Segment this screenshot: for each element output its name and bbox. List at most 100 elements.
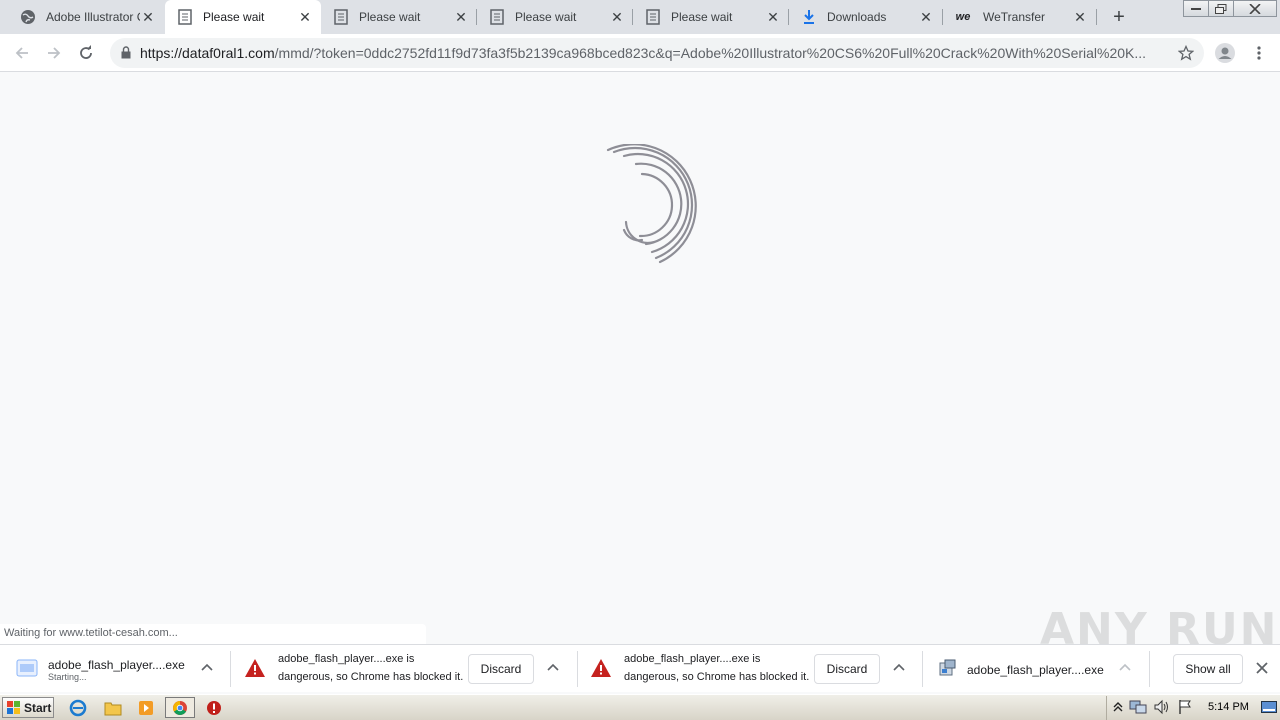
- tab-title: Adobe Illustrator C: [46, 10, 140, 24]
- download-warning-line2: dangerous, so Chrome has blocked it.: [278, 671, 464, 683]
- tab-strip: Adobe Illustrator C ✕ Please wait ✕ Plea…: [0, 0, 1280, 34]
- chevron-up-icon[interactable]: [199, 660, 215, 676]
- page-icon: [177, 9, 193, 25]
- download-warning-line2: dangerous, so Chrome has blocked it.: [624, 671, 810, 683]
- close-icon[interactable]: ✕: [140, 9, 156, 25]
- globe-icon: [20, 9, 36, 25]
- minimize-button[interactable]: [1183, 0, 1209, 17]
- internet-explorer-icon: [69, 699, 87, 716]
- tab-title: Downloads: [827, 10, 887, 24]
- page-icon: [333, 9, 349, 25]
- download-status: Starting...: [48, 672, 87, 682]
- show-all-button[interactable]: Show all: [1173, 654, 1243, 684]
- url-text[interactable]: https://dataf0ral1.com/mmd/?token=0ddc27…: [140, 45, 1170, 61]
- loading-spinner-icon: [606, 144, 697, 264]
- star-icon[interactable]: [1178, 45, 1194, 61]
- windows-logo-icon: [7, 700, 20, 714]
- new-tab-button[interactable]: +: [1108, 6, 1130, 28]
- tab-title: Please wait: [515, 10, 577, 24]
- tab-title: Please wait: [671, 10, 733, 24]
- download-item[interactable]: adobe_flash_player....exe Starting...: [0, 645, 230, 693]
- tab-title: Please wait: [359, 10, 421, 24]
- folder-icon: [104, 702, 122, 715]
- tab-adobe-illustrator[interactable]: Adobe Illustrator C ✕: [0, 0, 164, 34]
- forward-button[interactable]: [42, 41, 66, 65]
- download-icon: [801, 9, 817, 25]
- action-center-flag-icon[interactable]: [1177, 699, 1193, 715]
- installer-icon: [939, 659, 956, 676]
- taskbar-media-player[interactable]: [131, 697, 161, 718]
- url-host: https://dataf0ral1.com: [140, 45, 275, 61]
- taskbar-explorer[interactable]: [98, 697, 128, 718]
- download-item-blocked[interactable]: adobe_flash_player....exe is dangerous, …: [578, 645, 922, 693]
- profile-button[interactable]: [1213, 41, 1237, 65]
- restore-button[interactable]: [1208, 0, 1234, 17]
- tab-please-wait[interactable]: Please wait ✕: [477, 0, 633, 34]
- window-close-button[interactable]: [1233, 0, 1277, 17]
- taskbar-clock[interactable]: 5:14 PM: [1208, 701, 1249, 713]
- close-icon[interactable]: ✕: [765, 9, 781, 25]
- tab-please-wait[interactable]: Please wait ✕: [633, 0, 789, 34]
- close-icon[interactable]: ✕: [297, 9, 313, 25]
- lock-icon[interactable]: [121, 46, 131, 59]
- close-icon[interactable]: ✕: [609, 9, 625, 25]
- download-filename: adobe_flash_player....exe: [967, 663, 1104, 677]
- download-filename: adobe_flash_player....exe: [48, 658, 185, 672]
- warning-icon: [591, 659, 611, 677]
- taskbar-ie[interactable]: [63, 697, 93, 718]
- browser-toolbar: https://dataf0ral1.com/mmd/?token=0ddc27…: [0, 34, 1280, 72]
- media-player-icon: [139, 700, 153, 715]
- reload-icon: [80, 45, 92, 59]
- discard-button[interactable]: Discard: [468, 654, 534, 684]
- url-path: /mmd/?token=0ddc2752fd11f9d73fa3f5b2139c…: [274, 45, 1147, 61]
- show-desktop-icon[interactable]: [1261, 701, 1277, 713]
- avatar-icon: [1215, 43, 1235, 63]
- wetransfer-icon: we: [955, 11, 971, 23]
- menu-button[interactable]: [1247, 41, 1271, 65]
- status-bubble: Waiting for www.tetilot-cesah.com...: [0, 624, 426, 644]
- download-item-blocked[interactable]: adobe_flash_player....exe is dangerous, …: [231, 645, 577, 693]
- reload-button[interactable]: [74, 41, 98, 65]
- close-icon[interactable]: ✕: [918, 9, 934, 25]
- arrow-right-icon: [48, 47, 61, 59]
- taskbar-alert-app[interactable]: [199, 697, 229, 718]
- arrow-left-icon: [15, 47, 28, 59]
- volume-icon[interactable]: [1153, 699, 1171, 715]
- shelf-separator: [1149, 651, 1150, 687]
- system-tray: [1106, 696, 1280, 720]
- download-item[interactable]: adobe_flash_player....exe: [923, 645, 1149, 693]
- close-icon[interactable]: [1253, 659, 1271, 677]
- tab-title: WeTransfer: [983, 10, 1046, 24]
- tab-wetransfer[interactable]: we WeTransfer ✕: [943, 0, 1096, 34]
- page-icon: [645, 9, 661, 25]
- minimize-icon: [1191, 7, 1201, 10]
- more-vertical-icon: [1257, 46, 1261, 60]
- tab-title: Please wait: [203, 10, 265, 24]
- restore-icon: [1215, 3, 1227, 14]
- chrome-icon: [173, 700, 187, 715]
- show-hidden-icons-icon[interactable]: [1113, 701, 1123, 713]
- windows-taskbar: Start 5:14 PM: [0, 694, 1280, 720]
- network-icon[interactable]: [1129, 699, 1147, 715]
- download-warning-line1: adobe_flash_player....exe is: [278, 653, 415, 665]
- close-icon[interactable]: ✕: [453, 9, 469, 25]
- start-button[interactable]: Start: [2, 697, 54, 718]
- tab-please-wait[interactable]: Please wait ✕: [321, 0, 477, 34]
- back-button[interactable]: [10, 41, 34, 65]
- stop-alert-icon: [207, 700, 221, 715]
- download-warning-line1: adobe_flash_player....exe is: [624, 653, 761, 665]
- tab-separator: [1096, 9, 1097, 25]
- tab-downloads[interactable]: Downloads ✕: [789, 0, 942, 34]
- address-bar[interactable]: https://dataf0ral1.com/mmd/?token=0ddc27…: [110, 38, 1204, 68]
- start-label: Start: [24, 700, 52, 715]
- download-shelf: adobe_flash_player....exe Starting... ad…: [0, 644, 1280, 692]
- warning-icon: [245, 659, 265, 677]
- discard-button[interactable]: Discard: [814, 654, 880, 684]
- chevron-up-icon[interactable]: [545, 660, 561, 676]
- tab-please-wait-active[interactable]: Please wait ✕: [165, 0, 321, 34]
- close-icon[interactable]: ✕: [1072, 9, 1088, 25]
- chevron-up-icon[interactable]: [891, 660, 907, 676]
- close-icon: [1249, 3, 1261, 14]
- chevron-up-icon[interactable]: [1117, 660, 1133, 676]
- taskbar-chrome[interactable]: [165, 697, 195, 718]
